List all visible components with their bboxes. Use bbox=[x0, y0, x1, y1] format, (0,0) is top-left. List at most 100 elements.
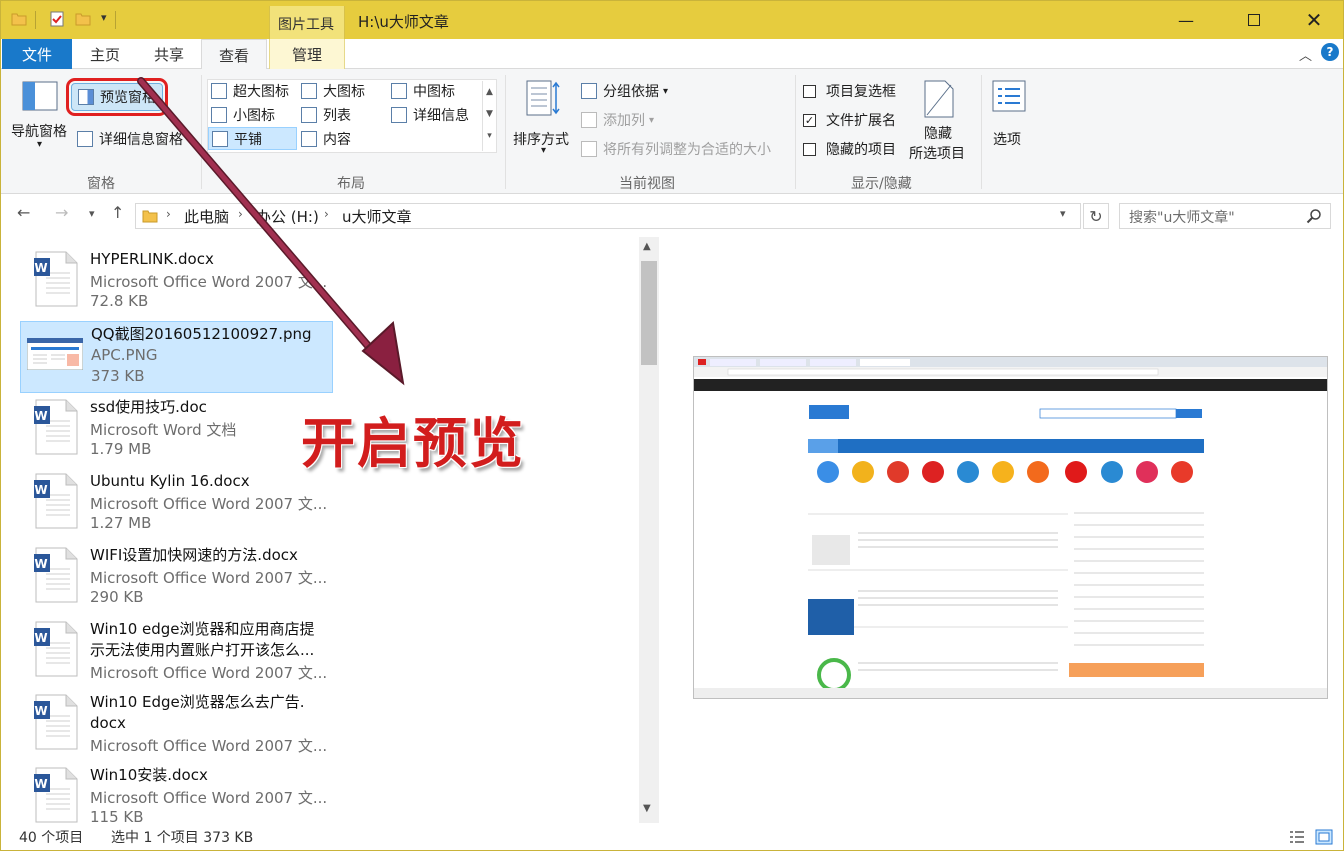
refresh-icon: ↻ bbox=[1089, 206, 1103, 226]
list-item[interactable]: W ssd使用技巧.doc Microsoft Word 文档 1.79 MB bbox=[20, 395, 333, 467]
maximize-icon bbox=[1248, 14, 1260, 26]
preview-pane-image bbox=[693, 356, 1328, 699]
checkbox-checked[interactable]: ✓ bbox=[803, 113, 816, 127]
list-item[interactable]: W Win10 Edge浏览器怎么去广告. docx Microsoft Off… bbox=[20, 690, 333, 760]
file-list-scrollbar[interactable]: ▲ ▼ bbox=[639, 237, 659, 823]
folder-icon[interactable] bbox=[11, 11, 27, 27]
dropdown-arrow-icon: ▾ bbox=[541, 145, 547, 156]
forward-icon[interactable]: → bbox=[55, 203, 68, 222]
details-pane-icon bbox=[77, 131, 93, 147]
refresh-button[interactable]: ↻ bbox=[1083, 203, 1109, 229]
layout-gallery-scroll[interactable]: ▲ ▼ ▾ bbox=[482, 81, 496, 151]
up-icon[interactable]: ↑ bbox=[111, 203, 124, 222]
svg-text:W: W bbox=[34, 261, 47, 275]
fit-columns-icon bbox=[581, 141, 597, 157]
customize-quick-access-icon[interactable]: ▾ bbox=[101, 11, 107, 24]
tab-manage[interactable]: 管理 bbox=[269, 39, 345, 69]
details-view-icon[interactable] bbox=[1289, 829, 1305, 845]
hide-selected-button[interactable]: 隐藏 所选项目 bbox=[905, 75, 975, 165]
new-folder-icon[interactable] bbox=[75, 11, 91, 27]
address-dropdown-icon[interactable]: ▾ bbox=[1060, 207, 1066, 220]
svg-text:W: W bbox=[34, 483, 47, 497]
large-icons-view-icon[interactable] bbox=[1315, 829, 1333, 845]
file-size: 1.27 MB bbox=[90, 514, 152, 532]
fit-columns-button[interactable]: 将所有列调整为合适的大小 bbox=[581, 139, 771, 159]
minimize-button[interactable]: — bbox=[1163, 1, 1209, 39]
options-button[interactable]: 选项 bbox=[987, 75, 1031, 155]
file-extensions-toggle[interactable]: ✓ 文件扩展名 bbox=[803, 110, 896, 130]
ribbon-tab-row: 文件 主页 共享 查看 管理 ︿ ? bbox=[1, 39, 1343, 70]
scroll-down-icon[interactable]: ▼ bbox=[643, 803, 651, 814]
search-input[interactable]: 搜索"u大师文章" bbox=[1119, 203, 1331, 229]
file-name: ssd使用技巧.doc bbox=[90, 398, 207, 416]
search-icon[interactable] bbox=[1306, 208, 1322, 224]
hidden-items-toggle[interactable]: 隐藏的项目 bbox=[803, 139, 896, 159]
help-icon[interactable]: ? bbox=[1321, 43, 1339, 61]
word-doc-icon: W bbox=[34, 767, 78, 823]
close-button[interactable]: ✕ bbox=[1291, 1, 1337, 39]
nav-pane-button[interactable]: 导航窗格 ▾ bbox=[9, 75, 73, 151]
list-item[interactable]: W WIFI设置加快网速的方法.docx Microsoft Office Wo… bbox=[20, 543, 333, 615]
file-name: Ubuntu Kylin 16.docx bbox=[90, 472, 250, 490]
checkbox[interactable] bbox=[803, 142, 816, 156]
file-type: Microsoft Office Word 2007 文... bbox=[90, 569, 328, 587]
tab-file[interactable]: 文件 bbox=[2, 39, 72, 69]
checkbox[interactable] bbox=[803, 84, 816, 98]
file-name: WIFI设置加快网速的方法.docx bbox=[90, 546, 298, 564]
contextual-tab-group-label: 图片工具 bbox=[269, 6, 345, 39]
svg-text:W: W bbox=[34, 777, 47, 791]
tab-share[interactable]: 共享 bbox=[137, 39, 201, 69]
qa-separator bbox=[115, 11, 116, 29]
svg-text:W: W bbox=[34, 704, 47, 718]
annotation-label: 开启预览 bbox=[301, 412, 525, 475]
item-checkboxes-label: 项目复选框 bbox=[826, 84, 896, 100]
file-type: Microsoft Office Word 2007 文... bbox=[90, 737, 328, 755]
list-item[interactable]: W Ubuntu Kylin 16.docx Microsoft Office … bbox=[20, 469, 333, 541]
ribbon-separator bbox=[505, 75, 506, 189]
file-name-line2: docx bbox=[90, 714, 126, 732]
minimize-icon: — bbox=[1178, 10, 1194, 30]
group-by-button[interactable]: 分组依据 ▾ bbox=[581, 81, 668, 101]
collapse-ribbon-icon[interactable]: ︿ bbox=[1299, 45, 1312, 64]
properties-icon[interactable] bbox=[49, 11, 65, 27]
file-name: Win10安装.docx bbox=[90, 766, 208, 784]
word-doc-icon: W bbox=[34, 621, 78, 677]
maximize-button[interactable] bbox=[1231, 1, 1277, 39]
recent-locations-icon[interactable]: ▾ bbox=[89, 207, 95, 220]
annotation-arrow-icon bbox=[137, 77, 405, 386]
word-doc-icon: W bbox=[34, 473, 78, 529]
image-thumbnail bbox=[27, 338, 83, 370]
ribbon-separator bbox=[795, 75, 796, 189]
nav-pane-icon bbox=[22, 81, 58, 111]
add-column-label: 添加列 bbox=[603, 113, 645, 129]
ribbon-separator bbox=[981, 75, 982, 189]
list-item[interactable]: W Win10安装.docx Microsoft Office Word 200… bbox=[20, 763, 333, 823]
sort-by-button[interactable]: 排序方式 ▾ bbox=[511, 75, 575, 156]
item-checkboxes-toggle[interactable]: 项目复选框 bbox=[803, 81, 896, 101]
scroll-thumb[interactable] bbox=[641, 261, 657, 365]
status-selection: 选中 1 个项目 373 KB bbox=[111, 830, 254, 846]
tab-view[interactable]: 查看 bbox=[201, 39, 267, 70]
file-size: 115 KB bbox=[90, 808, 144, 823]
word-doc-icon: W bbox=[34, 547, 78, 603]
group-by-icon bbox=[581, 83, 597, 99]
add-column-button[interactable]: 添加列 ▾ bbox=[581, 110, 654, 130]
group-label-panes: 窗格 bbox=[87, 176, 115, 192]
contextual-tab-group-text: 图片工具 bbox=[278, 17, 334, 33]
add-column-icon bbox=[581, 112, 597, 128]
group-label-show-hide: 显示/隐藏 bbox=[851, 176, 912, 192]
sort-by-icon bbox=[526, 80, 560, 116]
back-icon[interactable]: ← bbox=[17, 203, 30, 222]
status-item-count: 40 个项目 bbox=[19, 830, 84, 846]
scroll-up-icon[interactable]: ▲ bbox=[643, 241, 651, 252]
preview-pane-icon bbox=[78, 89, 94, 105]
word-doc-icon: W bbox=[34, 251, 78, 307]
file-size: 1.79 MB bbox=[90, 440, 152, 458]
file-extensions-label: 文件扩展名 bbox=[826, 113, 896, 129]
hidden-items-label: 隐藏的项目 bbox=[826, 142, 896, 158]
list-item[interactable]: W Win10 edge浏览器和应用商店提 示无法使用内置账户打开该怎么... … bbox=[20, 617, 333, 687]
svg-text:W: W bbox=[34, 631, 47, 645]
hide-selected-icon bbox=[924, 80, 954, 118]
tab-home[interactable]: 主页 bbox=[73, 39, 137, 69]
group-label-current-view: 当前视图 bbox=[619, 176, 675, 192]
